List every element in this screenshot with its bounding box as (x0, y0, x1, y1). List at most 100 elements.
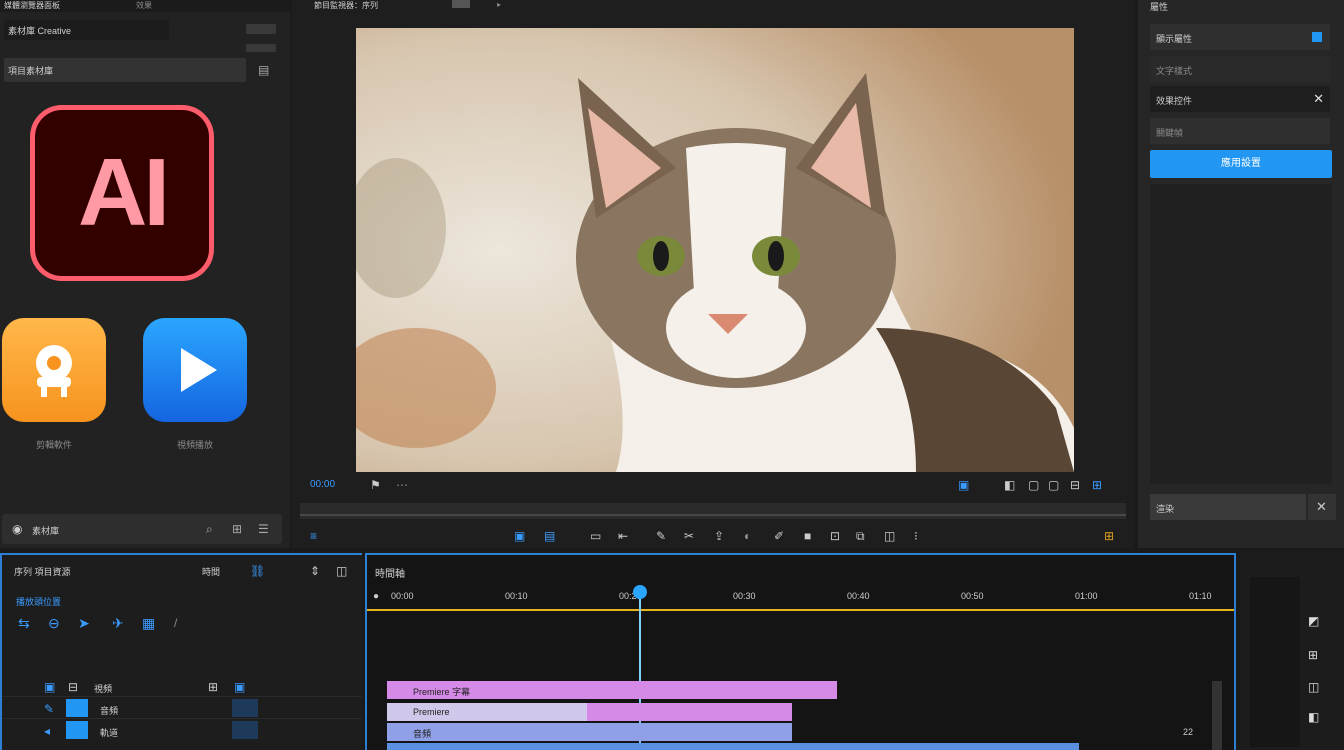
timecode-display[interactable]: 00:00 (310, 479, 335, 491)
tab-effects[interactable]: 效果 (136, 0, 152, 11)
library-search[interactable]: 素材庫 Creative (4, 20, 169, 40)
add-button-icon[interactable]: ⊞ (1104, 530, 1114, 542)
track-sync-icon[interactable]: ⊞ (208, 681, 218, 693)
monitor-option[interactable]: ▸ (497, 0, 501, 9)
marker-icon[interactable]: ⚑ (370, 479, 381, 491)
track-eye-icon[interactable]: ⊟ (68, 681, 78, 693)
track-mute-button[interactable] (232, 699, 258, 717)
step-back-icon[interactable]: ⇤ (618, 530, 628, 542)
display-field[interactable]: 顯示屬性 (1150, 24, 1330, 50)
crop-icon[interactable]: ◧ (1004, 479, 1015, 491)
export-icon[interactable]: ⧉ (856, 530, 865, 542)
tab-media-browser[interactable]: 媒體瀏覽器面板 (4, 0, 60, 11)
monitor-dropdown[interactable] (452, 0, 470, 8)
left-bottom-bar: ◉ 素材庫 ⌕ ⊞ ☰ (2, 514, 282, 544)
overwrite-icon[interactable]: ⊡ (830, 530, 840, 542)
audio-meter (1250, 577, 1300, 747)
track-sound-icon[interactable]: ◂ (44, 725, 50, 737)
track-tools: ⇆ ⊖ ➤ ✈ ▦ / (14, 615, 184, 635)
render-field[interactable]: 渲染 (1150, 494, 1306, 520)
search-icon[interactable]: ⌕ (206, 523, 213, 535)
meter-icon-3[interactable]: ◫ (1308, 681, 1319, 693)
play-app-icon[interactable] (143, 318, 247, 422)
mark-out-icon[interactable]: ▤ (544, 530, 555, 542)
track-row-video[interactable]: ▣ ⊟ 視頻 ⊞ ▣ (2, 677, 362, 697)
illustrator-icon[interactable]: AI (30, 105, 214, 281)
camera-icon[interactable]: ◫ (884, 530, 895, 542)
frame-icon[interactable]: ▢ (1028, 479, 1039, 491)
meter-icon-1[interactable]: ◩ (1308, 615, 1319, 627)
track-label-3: 軌道 (100, 728, 119, 738)
clip-1[interactable]: Premiere 字幕 (387, 681, 837, 699)
ruler-icon[interactable]: ⊟ (1070, 479, 1080, 491)
lift-icon[interactable]: ⇪ (714, 530, 724, 542)
puppet-glyph-icon (36, 345, 72, 397)
mark-in-icon[interactable]: ▣ (514, 530, 525, 542)
tracks-tab-time[interactable]: 時間 (202, 565, 220, 578)
track-row-3[interactable]: ◂ 軌道 (2, 721, 362, 741)
link-icon[interactable]: ⛓ (250, 565, 265, 577)
ruler-settings-icon[interactable]: ● (373, 591, 379, 603)
effect-controls-field[interactable]: 效果控件 ✕ (1150, 86, 1330, 112)
properties-panel: 屬性 顯示屬性 文字樣式 效果控件 ✕ 關鍵幀 應用設置 渲染 ✕ (1138, 0, 1344, 548)
grid-icon[interactable]: ⊞ (232, 523, 242, 535)
panel-menu[interactable] (246, 44, 276, 52)
insert-icon[interactable]: ■ (804, 530, 811, 542)
fit-icon[interactable]: ⋯ (396, 479, 408, 491)
track-target-icon[interactable]: ▣ (234, 681, 245, 693)
track-lock-icon[interactable]: ▣ (44, 681, 55, 693)
text-style-field[interactable]: 文字樣式 (1150, 56, 1330, 82)
track-row-audio[interactable]: ✎ 音頻 (2, 699, 362, 719)
pen-icon[interactable]: ✎ (656, 530, 666, 542)
marker-add-icon[interactable]: ◫ (336, 565, 347, 577)
close-icon[interactable]: ✕ (1313, 91, 1324, 107)
slide-icon[interactable]: ✈ (112, 616, 124, 630)
settings-monitor-icon[interactable]: ⊞ (1092, 479, 1102, 491)
razor-icon[interactable]: ✂ (684, 530, 694, 542)
clip-2[interactable]: Premiere (387, 703, 587, 721)
tracks-header: 序列 項目資源 (14, 567, 71, 577)
meter-icon-4[interactable]: ◧ (1308, 711, 1319, 723)
track-target-block-2[interactable] (66, 721, 88, 739)
meter-icon-2[interactable]: ⊞ (1308, 649, 1318, 661)
brush-icon[interactable]: ✐ (774, 530, 784, 542)
render-close-button[interactable]: ✕ (1308, 494, 1336, 520)
export-frame-icon[interactable]: ▣ (958, 479, 969, 491)
ripple-icon[interactable]: ⇆ (18, 616, 30, 630)
snap-icon[interactable]: ⇕ (310, 565, 320, 577)
display-field-label: 顯示屬性 (1156, 34, 1193, 44)
clip-3[interactable] (587, 703, 792, 721)
hand-icon[interactable]: / (174, 617, 177, 629)
keyframe-field[interactable]: 關鍵幀 (1150, 118, 1330, 144)
properties-content (1150, 184, 1332, 484)
display-checkbox[interactable] (1312, 32, 1322, 42)
puppet-app-icon[interactable] (2, 318, 106, 422)
settings-icon[interactable]: ◉ (12, 523, 22, 535)
apply-button[interactable]: 應用設置 (1150, 150, 1332, 178)
circle-icon[interactable]: ◐ (744, 530, 751, 542)
track-pen-icon[interactable]: ✎ (44, 703, 54, 715)
track-list: ▣ ⊟ 視頻 ⊞ ▣ ✎ 音頻 ◂ 軌道 (2, 677, 362, 747)
list-icon[interactable]: ☰ (258, 523, 269, 535)
folder-icon[interactable]: ▤ (258, 64, 269, 76)
menu-icon[interactable]: ≡ (310, 530, 317, 542)
track-target-block[interactable] (66, 699, 88, 717)
path-field[interactable]: 項目素材庫 (4, 58, 246, 82)
clip-4[interactable]: 音頻 (387, 723, 792, 741)
track-solo-button[interactable] (232, 721, 258, 739)
panel-toggle[interactable] (246, 24, 276, 34)
slip-icon[interactable]: ➤ (78, 616, 90, 630)
scrub-bar[interactable] (300, 503, 1126, 519)
more-icon[interactable]: ⁝ (914, 530, 918, 542)
cat-image (356, 28, 1074, 472)
time-ruler[interactable]: ● 00:00 00:10 00:20 00:30 00:40 00:50 01:00 01:… (367, 587, 1234, 611)
safe-margins-icon[interactable]: ▢ (1048, 479, 1059, 491)
ruler-tick-label: 00:00 (391, 591, 414, 601)
playhead-handle[interactable] (633, 585, 647, 599)
timeline-scrollbar[interactable] (1212, 681, 1222, 750)
clip-5[interactable] (387, 743, 1079, 750)
clip-icon[interactable]: ▭ (590, 530, 601, 542)
zoom-icon[interactable]: ▦ (142, 616, 155, 630)
roll-icon[interactable]: ⊖ (48, 616, 60, 630)
left-bottom-label: 素材庫 (32, 526, 60, 536)
